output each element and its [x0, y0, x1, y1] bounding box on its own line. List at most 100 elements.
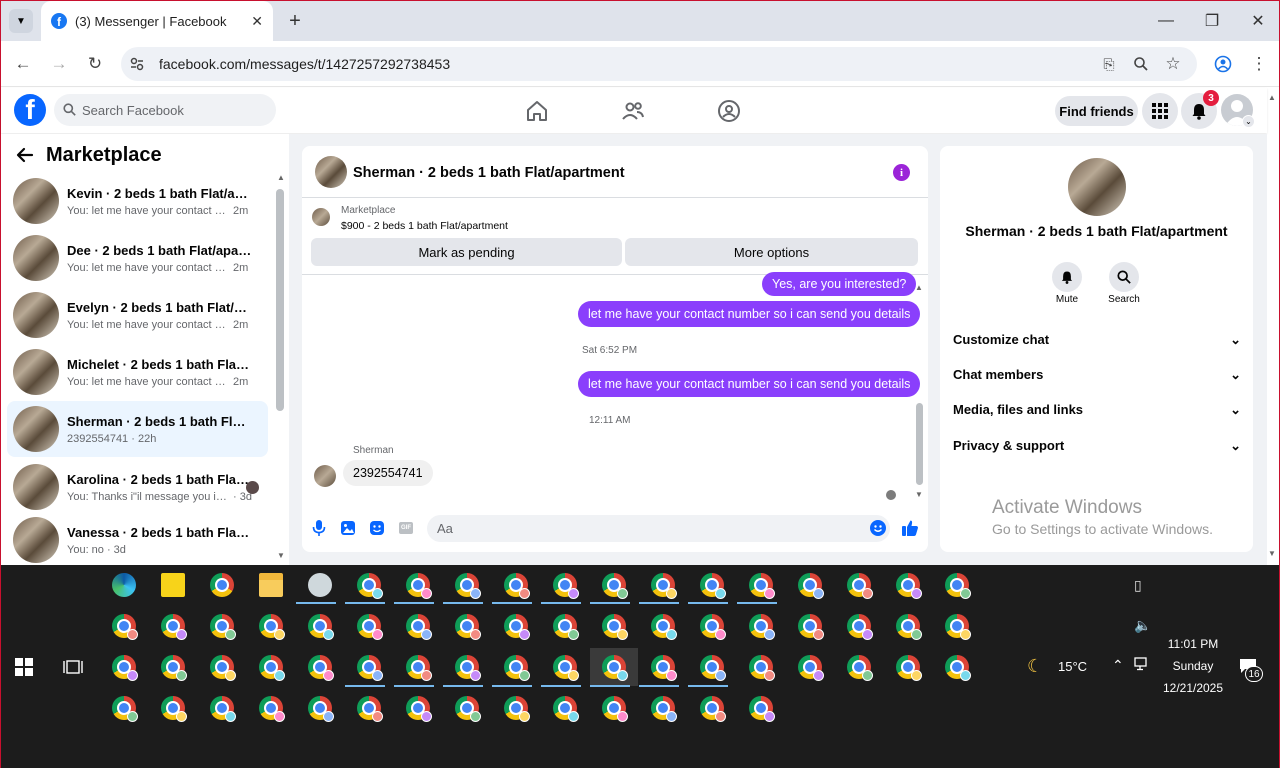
chrome-profile-icon[interactable] — [749, 655, 775, 681]
clock-date[interactable]: 12/21/2025 — [1156, 681, 1230, 695]
microphone-icon[interactable] — [312, 520, 326, 536]
chrome-profile-icon[interactable] — [553, 696, 579, 722]
conversation-item[interactable]: Kevin · 2 beds 1 bath Flat/apart... You:… — [7, 173, 268, 229]
groups-icon[interactable] — [717, 99, 741, 123]
home-icon[interactable] — [525, 99, 549, 123]
chrome-profile-icon[interactable] — [406, 696, 432, 722]
listing-detail[interactable]: $900 - 2 beds 1 bath Flat/apartment — [341, 220, 508, 232]
chrome-profile-icon[interactable] — [455, 696, 481, 722]
new-tab-button[interactable]: + — [283, 9, 307, 33]
chrome-profile-icon[interactable] — [651, 614, 677, 640]
tab-close-icon[interactable]: ✕ — [251, 13, 263, 30]
page-scroll-down-icon[interactable]: ▼ — [1268, 549, 1276, 558]
page-scroll-up-icon[interactable]: ▲ — [1268, 93, 1276, 102]
task-view-icon[interactable] — [63, 658, 83, 676]
windows-start-icon[interactable] — [15, 658, 33, 676]
account-chevron-icon[interactable]: ⌄ — [1242, 115, 1255, 128]
minimize-button[interactable]: — — [1143, 1, 1189, 41]
chrome-profile-icon[interactable] — [504, 573, 530, 599]
chrome-profile-icon[interactable] — [504, 614, 530, 640]
message-outgoing[interactable]: let me have your contact number so i can… — [578, 371, 921, 397]
restore-button[interactable]: ❐ — [1189, 1, 1235, 41]
weather-temp[interactable]: 15°C — [1058, 659, 1087, 674]
chrome-profile-icon[interactable] — [308, 655, 334, 681]
bookmark-star-icon[interactable]: ☆ — [1157, 48, 1189, 80]
conversation-item[interactable]: Dee · 2 beds 1 bath Flat/apartm... You: … — [7, 230, 268, 286]
media-files-links-row[interactable]: Media, files and links ⌄ — [953, 402, 1241, 418]
tablet-mode-icon[interactable]: ▯ — [1134, 577, 1142, 594]
chrome-profile-icon[interactable] — [602, 696, 628, 722]
clock-day[interactable]: Sunday — [1156, 659, 1230, 673]
chat-scroll-down-icon[interactable]: ▼ — [915, 490, 923, 499]
chrome-profile-icon[interactable] — [847, 573, 873, 599]
chrome-profile-icon[interactable] — [602, 573, 628, 599]
conversation-item[interactable]: Vanessa · 2 beds 1 bath Flat/apa... You:… — [7, 515, 268, 565]
tab-search-button[interactable]: ▼ — [9, 9, 33, 33]
chrome-profile-icon[interactable] — [308, 614, 334, 640]
chrome-profile-icon[interactable] — [945, 573, 971, 599]
chrome-profile-icon[interactable] — [651, 655, 677, 681]
close-window-button[interactable]: ✕ — [1235, 1, 1280, 41]
chrome-profile-icon[interactable] — [700, 655, 726, 681]
facebook-search-input[interactable]: Search Facebook — [54, 94, 276, 126]
message-input[interactable]: Aa — [427, 515, 890, 542]
search-conversation-button[interactable] — [1109, 262, 1139, 292]
chrome-profile-icon[interactable] — [259, 696, 285, 722]
chrome-profile-icon[interactable] — [749, 696, 775, 722]
install-app-icon[interactable]: ⎘ — [1093, 48, 1125, 80]
scroll-down-icon[interactable]: ▼ — [277, 551, 285, 560]
chrome-profile-icon[interactable] — [357, 614, 383, 640]
chrome-profile-icon[interactable] — [700, 614, 726, 640]
chat-scrollbar[interactable] — [916, 403, 923, 485]
emoji-icon[interactable] — [870, 520, 886, 536]
chrome-profile-icon[interactable] — [945, 614, 971, 640]
chrome-profile-icon[interactable] — [651, 573, 677, 599]
chrome-profile-icon[interactable] — [308, 696, 334, 722]
chrome-profile-icon[interactable] — [798, 614, 824, 640]
chrome-profile-icon[interactable] — [455, 655, 481, 681]
chrome-profile-icon[interactable] — [700, 573, 726, 599]
chrome-profile-icon[interactable] — [406, 614, 432, 640]
chrome-profile-icon[interactable] — [945, 655, 971, 681]
customize-chat-row[interactable]: Customize chat ⌄ — [953, 332, 1241, 348]
system-tray-chevron-icon[interactable]: ⌃ — [1112, 657, 1124, 674]
chrome-profile-icon[interactable] — [553, 655, 579, 681]
chrome-profile-icon[interactable] — [651, 696, 677, 722]
chrome-profile-icon[interactable] — [161, 655, 187, 681]
chrome-profile-icon[interactable] — [896, 614, 922, 640]
facebook-logo-icon[interactable]: f — [14, 94, 46, 126]
info-icon[interactable]: i — [893, 164, 910, 181]
chrome-profile-icon[interactable] — [210, 696, 236, 722]
address-bar[interactable]: facebook.com/messages/t/1427257292738453 — [121, 47, 1197, 81]
menu-grid-icon[interactable] — [1142, 93, 1178, 129]
chrome-profile-icon[interactable] — [259, 655, 285, 681]
chrome-profile-icon[interactable] — [700, 696, 726, 722]
snipping-tool-icon[interactable] — [308, 573, 332, 597]
chrome-profile-icon[interactable] — [455, 614, 481, 640]
chrome-profile-icon[interactable] — [749, 614, 775, 640]
chrome-profile-icon[interactable] — [798, 655, 824, 681]
chrome-profile-icon[interactable] — [504, 696, 530, 722]
chrome-profile-icon[interactable] — [112, 696, 138, 722]
edge-browser-icon[interactable] — [112, 573, 136, 597]
chrome-profile-icon[interactable] — [161, 696, 187, 722]
back-arrow-icon[interactable] — [15, 145, 35, 165]
info-avatar[interactable] — [1068, 158, 1126, 216]
chrome-profile-icon[interactable] — [896, 655, 922, 681]
conversation-item[interactable]: Michelet · 2 beds 1 bath Flat/ap... You:… — [7, 344, 268, 400]
conversation-item[interactable]: Karolina · 2 beds 1 bath Flat/a... You: … — [7, 459, 268, 515]
mark-as-pending-button[interactable]: Mark as pending — [311, 238, 622, 266]
chrome-profile-icon[interactable] — [112, 614, 138, 640]
chrome-profile-icon[interactable] — [602, 614, 628, 640]
chrome-profile-icon[interactable] — [406, 655, 432, 681]
sticker-icon[interactable] — [370, 521, 384, 535]
site-info-icon[interactable] — [129, 56, 145, 72]
message-outgoing[interactable]: Yes, are you interested? — [762, 272, 917, 296]
conversation-item[interactable]: Evelyn · 2 beds 1 bath Flat/apart... You… — [7, 287, 268, 343]
chrome-profile-icon[interactable] — [504, 655, 530, 681]
weather-moon-icon[interactable]: ☾ — [1027, 656, 1043, 677]
privacy-support-row[interactable]: Privacy & support ⌄ — [953, 438, 1241, 454]
file-explorer-icon[interactable] — [259, 573, 283, 597]
tab-messenger[interactable]: f (3) Messenger | Facebook ✕ — [41, 1, 273, 41]
chrome-profile-icon[interactable] — [357, 573, 383, 599]
